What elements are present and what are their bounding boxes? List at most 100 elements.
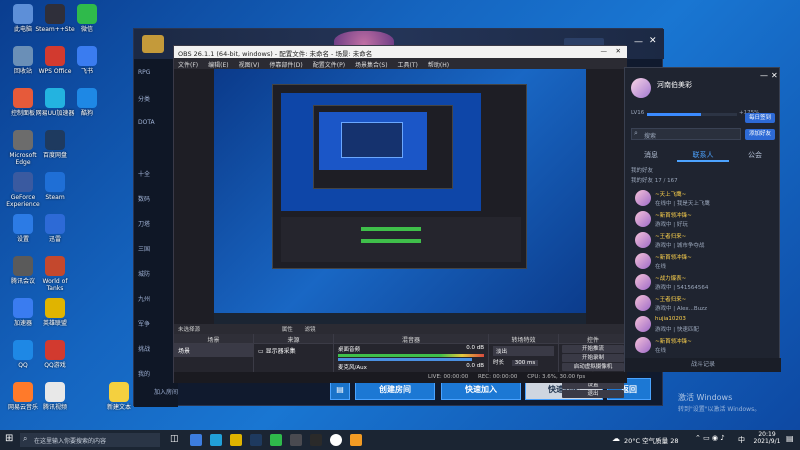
obs-menu-item[interactable]: 配置文件(P) <box>313 62 345 69</box>
control-button[interactable]: 开始推流 <box>562 345 624 353</box>
contact-row[interactable]: ~战力爆表~ 游戏中 | 541564564 <box>625 272 781 292</box>
chat-tab[interactable]: 公会 <box>729 148 781 162</box>
contact-avatar <box>635 190 651 206</box>
chat-minimize-icon[interactable]: — <box>760 71 768 80</box>
desktop-icon[interactable]: 酷狗 <box>66 88 108 117</box>
system-tray-icons[interactable]: ⌃ ▭ ◉ ♪ <box>695 434 725 442</box>
battle-record-footer[interactable]: 战斗记录 <box>625 358 781 372</box>
file-explorer-icon[interactable] <box>190 434 202 446</box>
window-close-icon[interactable]: ✕ <box>649 36 657 46</box>
contact-row[interactable]: ~天上飞鹰~ 在线中 | 我是天上飞鹰 <box>625 188 781 208</box>
taskbar-app-icon[interactable] <box>290 434 302 446</box>
obs-status-bar: LIVE: 00:00:00 REC: 00:00:00 CPU: 3.6%, … <box>174 372 627 383</box>
folder-icon[interactable] <box>230 434 242 446</box>
transition-select[interactable]: 淡出 <box>493 346 554 356</box>
contact-avatar <box>635 316 651 332</box>
window-minimize-icon[interactable]: — <box>634 37 643 47</box>
desktop-icon[interactable]: 腾讯视频 <box>34 382 76 411</box>
clock[interactable]: 20:19 2021/9/1 <box>752 431 782 445</box>
transition-duration-input[interactable]: 300 ms <box>511 360 539 366</box>
obs-preview-canvas[interactable] <box>214 69 586 324</box>
join-room-link[interactable]: 加入房间 <box>154 387 178 396</box>
control-button[interactable]: 开始录制 <box>562 354 624 362</box>
contact-row[interactable]: ~王者归来~ 游戏中 | Alex...Buzz <box>625 293 781 313</box>
contact-avatar <box>635 253 651 269</box>
add-friend-button[interactable]: 添加好友 <box>745 129 775 140</box>
app-icon <box>13 298 33 318</box>
game-sidebar-item[interactable]: 数码 <box>138 194 178 203</box>
properties-button[interactable]: 属性 <box>282 327 293 333</box>
obs-menu-item[interactable]: 文件(F) <box>178 62 198 69</box>
obs-menu-item[interactable]: 工具(T) <box>398 62 418 69</box>
control-button[interactable]: 退出 <box>562 390 624 398</box>
contact-avatar <box>635 274 651 290</box>
obs-menu-item[interactable]: 停靠部件(D) <box>269 62 302 69</box>
source-item[interactable]: ▭ 显示器采集 <box>254 344 333 357</box>
wechat-icon[interactable] <box>270 434 282 446</box>
contact-row[interactable]: hujia10203 游戏中 | 快速匹配 <box>625 314 781 334</box>
obs-close-icon[interactable]: ✕ <box>616 47 621 55</box>
contact-name: ~新首领冲锋~ <box>655 339 692 345</box>
contact-name: ~战力爆表~ <box>655 276 687 282</box>
chat-close-icon[interactable]: ✕ <box>771 71 778 80</box>
game-sidebar-item[interactable]: 挑战 <box>138 344 178 353</box>
contact-row[interactable]: ~王者归来~ 游戏中 | 城市争夺战 <box>625 230 781 250</box>
game-taskbar-icon[interactable] <box>350 434 362 446</box>
weather-text[interactable]: 20°C 空气质量 28 <box>624 435 678 445</box>
desktop-volume-slider[interactable] <box>338 358 473 361</box>
desktop-icon[interactable]: 迅雷 <box>34 214 76 243</box>
app-icon <box>13 4 33 24</box>
contact-row[interactable]: ~新首领冲锋~ 游戏中 | 好玩 <box>625 209 781 229</box>
filters-button[interactable]: 滤镜 <box>305 327 316 333</box>
game-sidebar-item[interactable]: 九州 <box>138 294 178 303</box>
game-sidebar-item[interactable]: 分类 <box>138 94 178 103</box>
desktop-icon[interactable]: 百度网盘 <box>34 130 76 159</box>
windows-start-icon[interactable]: ⊞ <box>5 433 13 444</box>
task-view-icon[interactable]: ◫ <box>170 434 182 446</box>
user-avatar[interactable] <box>631 78 651 98</box>
activation-watermark-title: 激活 Windows <box>678 393 733 402</box>
contact-search-input[interactable]: 搜索 <box>631 128 741 140</box>
game-sidebar-item[interactable]: 十全 <box>138 169 178 178</box>
chat-tab[interactable]: 消息 <box>625 148 677 162</box>
obs-menu-item[interactable]: 场景集合(S) <box>355 62 388 69</box>
contact-row[interactable]: ~新首领冲锋~ 在线 <box>625 335 781 355</box>
desktop-icon[interactable]: 英雄联盟 <box>34 298 76 327</box>
group-friends[interactable]: 我的好友 <box>631 166 653 174</box>
desktop-icon[interactable]: 飞书 <box>66 46 108 75</box>
notification-icon[interactable]: ▤ <box>786 434 794 443</box>
input-language[interactable]: 中 <box>738 435 745 445</box>
game-sidebar-item[interactable]: 我的 <box>138 369 178 378</box>
obs-menu-item[interactable]: 编辑(E) <box>208 62 228 69</box>
game-sidebar-item[interactable]: 三国 <box>138 244 178 253</box>
contact-row[interactable]: ~新首领冲锋~ 在线 <box>625 251 781 271</box>
obs-taskbar-icon[interactable] <box>330 434 342 446</box>
game-sidebar-item[interactable]: 刀塔 <box>138 219 178 228</box>
taskbar-game-icon[interactable] <box>310 434 322 446</box>
app-icon <box>77 88 97 108</box>
transition-duration-label: 时长 <box>493 360 505 366</box>
level-progress-fill <box>647 113 701 116</box>
mixer-mic-label: 麦克风/Aux <box>338 365 367 371</box>
obs-menu-item[interactable]: 帮助(H) <box>428 62 449 69</box>
scene-item[interactable]: 场景 <box>174 344 253 357</box>
obs-menu-item[interactable]: 视图(V) <box>239 62 260 69</box>
chat-tab[interactable]: 联系人 <box>677 148 729 162</box>
group-friends-count[interactable]: 我的好友 17 / 167 <box>631 176 678 184</box>
desktop-icon[interactable]: World of Tanks <box>34 256 76 292</box>
desktop-icon[interactable]: 微信 <box>66 4 108 33</box>
game-sidebar-item[interactable]: DOTA <box>138 119 178 126</box>
edge-icon[interactable] <box>210 434 222 446</box>
control-button[interactable]: 启动虚拟摄像机 <box>562 363 624 371</box>
desktop-icon[interactable]: QQ游戏 <box>34 340 76 369</box>
steam-icon[interactable] <box>250 434 262 446</box>
daily-checkin-button[interactable]: 每日签到 <box>745 113 775 123</box>
app-icon <box>13 46 33 66</box>
game-sidebar-item[interactable]: 城防 <box>138 269 178 278</box>
game-sidebar-item[interactable]: 军争 <box>138 319 178 328</box>
desktop-icon[interactable]: Steam <box>34 172 76 201</box>
mixer-desktop-db: 0.0 dB <box>466 345 484 351</box>
taskbar-search-input[interactable]: 在这里输入你要搜索的内容 <box>20 433 160 447</box>
game-sidebar-item[interactable]: RPG <box>138 69 178 76</box>
obs-minimize-icon[interactable]: — <box>601 47 608 55</box>
